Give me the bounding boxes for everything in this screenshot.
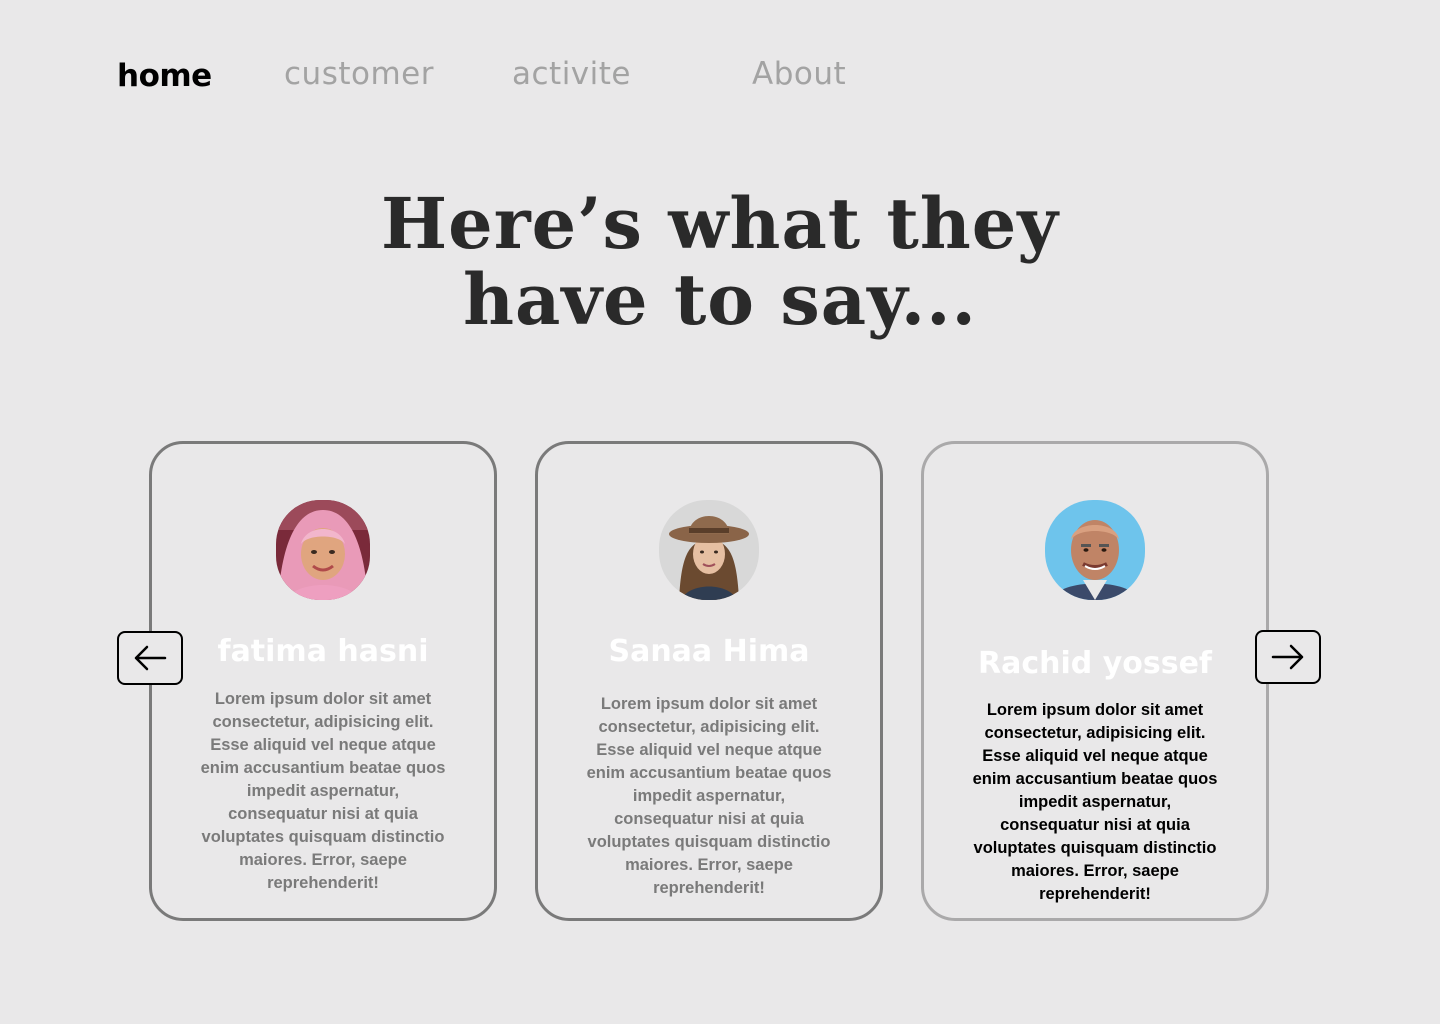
testimonial-name: fatima hasni bbox=[217, 634, 429, 669]
avatar bbox=[1045, 500, 1145, 600]
avatar bbox=[276, 500, 370, 600]
testimonial-card: fatima hasni Lorem ipsum dolor sit amet … bbox=[149, 441, 497, 921]
avatar bbox=[659, 500, 759, 600]
testimonial-name: Sanaa Hima bbox=[608, 634, 810, 669]
testimonial-name: Rachid yossef bbox=[978, 646, 1212, 681]
page-title-line-2: have to say... bbox=[463, 258, 977, 341]
testimonial-text: Lorem ipsum dolor sit amet consectetur, … bbox=[200, 690, 446, 892]
testimonial-card: Sanaa Hima Lorem ipsum dolor sit amet co… bbox=[535, 441, 883, 921]
nav-customer-link[interactable]: customer bbox=[284, 56, 434, 92]
page-title-line-1: Here’s what they bbox=[381, 182, 1059, 265]
testimonial-text: Lorem ipsum dolor sit amet consectetur, … bbox=[972, 701, 1218, 903]
arrow-right-icon bbox=[1271, 644, 1304, 670]
nav-about-link[interactable]: About bbox=[752, 56, 846, 92]
arrow-left-icon bbox=[134, 645, 167, 671]
nav-activite-link[interactable]: activite bbox=[512, 56, 631, 92]
testimonial-card: Rachid yossef Lorem ipsum dolor sit amet… bbox=[921, 441, 1269, 921]
nav-home-link[interactable]: home bbox=[117, 58, 212, 94]
testimonial-text: Lorem ipsum dolor sit amet consectetur, … bbox=[586, 695, 832, 897]
carousel-next-button[interactable] bbox=[1255, 630, 1321, 684]
carousel-prev-button[interactable] bbox=[117, 631, 183, 685]
page-title: Here’s what they have to say... bbox=[300, 186, 1140, 338]
testimonials-page: home customer activite About Here’s what… bbox=[0, 0, 1440, 1024]
